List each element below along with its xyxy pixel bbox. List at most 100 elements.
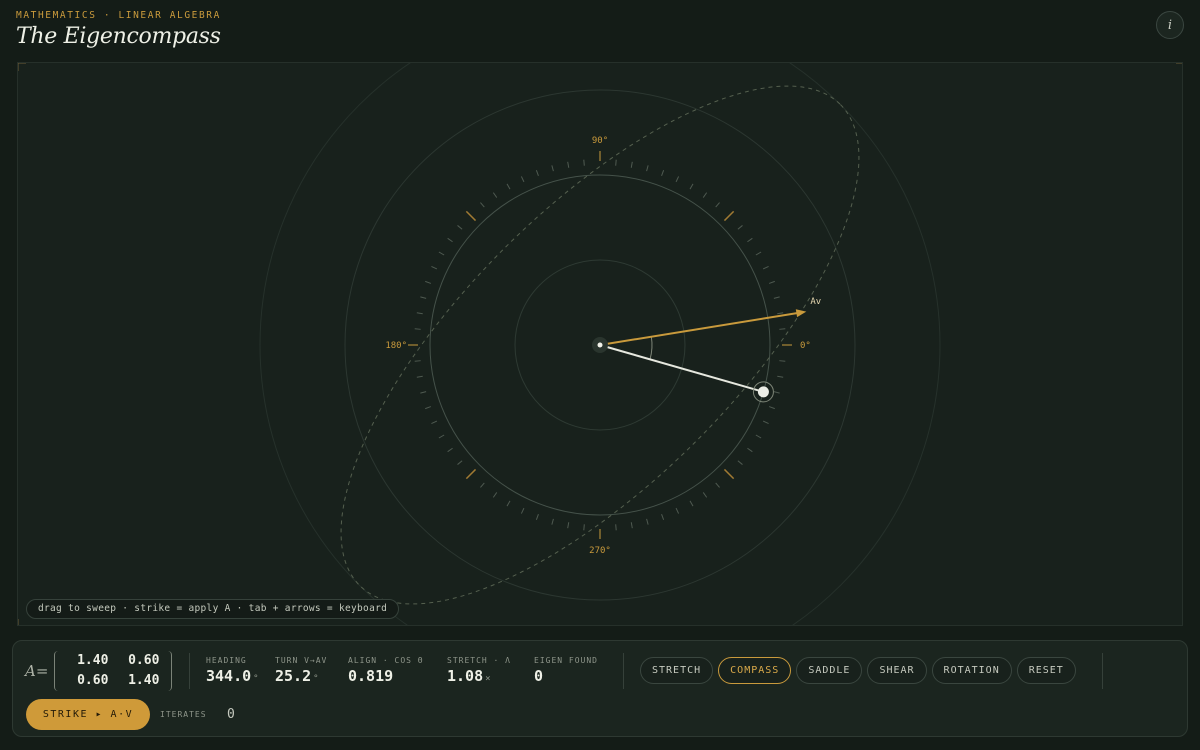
label-270: 270° — [589, 546, 611, 556]
stat-heading-value: 344.0 ° — [206, 667, 259, 685]
mode-buttons: STRETCH COMPASS SADDLE SHEAR ROTATION RE… — [640, 657, 1076, 684]
compass-tick-minor — [416, 375, 423, 378]
stat-turn: TURN V→AV 25.2 ° — [275, 656, 327, 685]
compass-tick-minor — [567, 522, 570, 529]
compass-tick-minor — [416, 312, 423, 315]
mode-button-stretch[interactable]: STRETCH — [640, 657, 714, 684]
compass-tick-minor — [715, 482, 720, 488]
label-180: 180° — [385, 341, 407, 351]
compass-tick-minor — [747, 237, 753, 243]
compass-stage[interactable]: 90° 270° 180° 0° Av drag to sweep · stri… — [17, 62, 1183, 626]
compass-tick-minor — [747, 447, 753, 453]
compass-tick-minor — [715, 202, 720, 208]
compass-tick-major — [465, 210, 477, 222]
compass-tick-minor — [420, 296, 427, 299]
matrix-a11: 1.40 — [77, 653, 109, 668]
matrix-display: A= 1.40 0.60 0.60 1.40 — [25, 650, 173, 692]
stat-align: ALIGN · COS θ 0.819 — [348, 656, 424, 685]
compass-tick-minor — [492, 192, 498, 198]
compass-tick-minor — [583, 159, 585, 166]
divider — [1102, 653, 1103, 689]
av-arrowhead — [795, 309, 807, 318]
label-90: 90° — [592, 136, 608, 146]
compass-tick-minor — [457, 225, 463, 230]
stat-eigen: EIGEN FOUND 0 — [534, 656, 598, 685]
compass-tick-minor — [520, 176, 525, 183]
strike-button[interactable]: STRIKE ▸ A·V — [26, 699, 150, 730]
compass-tick-minor — [535, 170, 539, 177]
compass-tick-minor — [675, 507, 680, 514]
compass-tick-minor — [438, 434, 445, 439]
compass-tick-minor — [438, 251, 445, 256]
matrix-a21: 0.60 — [77, 673, 109, 688]
compass-tick-minor — [520, 507, 525, 514]
compass-tick-minor — [480, 202, 485, 208]
matrix-body: 1.40 0.60 0.60 1.40 — [54, 651, 173, 691]
mode-button-saddle[interactable]: SADDLE — [796, 657, 863, 684]
compass-tick-minor — [615, 524, 617, 531]
keyboard-hint: drag to sweep · strike = apply A · tab +… — [26, 599, 400, 619]
compass-tick-minor — [702, 492, 708, 498]
compass-tick-minor — [689, 500, 694, 507]
matrix-a22: 1.40 — [128, 673, 160, 688]
compass-tick-minor — [551, 518, 554, 525]
stat-stretch: STRETCH · Λ 1.08 × — [447, 656, 511, 685]
compass-tick-minor — [506, 183, 511, 190]
origin-dot — [597, 342, 603, 348]
stat-turn-value: 25.2 ° — [275, 667, 319, 685]
v-handle[interactable] — [757, 386, 769, 398]
header: MATHEMATICS · LINEAR ALGEBRA The Eigenco… — [16, 10, 221, 49]
compass-tick-minor — [661, 170, 665, 177]
compass-tick-minor — [535, 513, 539, 520]
compass-tick-minor — [425, 406, 432, 410]
compass-tick-minor — [567, 161, 570, 168]
compass-tick-minor — [773, 296, 780, 299]
stat-stretch-value: 1.08 × — [447, 667, 491, 685]
compass-tick-minor — [773, 391, 780, 394]
compass-tick-major — [723, 210, 735, 222]
compass-tick-minor — [551, 165, 554, 172]
compass-tick-minor — [675, 176, 680, 183]
reset-button[interactable]: RESET — [1016, 657, 1076, 684]
mode-button-compass[interactable]: COMPASS — [718, 657, 792, 684]
compass-tick-minor — [762, 265, 769, 270]
compass-tick-minor — [615, 159, 617, 166]
compass-tick-minor — [447, 447, 453, 453]
compass-tick-minor — [630, 161, 633, 168]
compass-tick-minor — [779, 328, 786, 330]
compass-tick-minor — [702, 192, 708, 198]
compass-tick-minor — [737, 460, 743, 465]
iterates-label: ITERATES — [160, 710, 207, 719]
page-title: The Eigencompass — [16, 24, 221, 49]
compass-tick-minor — [762, 420, 769, 425]
compass-tick-minor — [755, 434, 762, 439]
compass-tick-minor — [431, 265, 438, 270]
compass-tick-minor — [492, 492, 498, 498]
compass-tick-minor — [431, 420, 438, 425]
compass-tick-minor — [480, 482, 485, 488]
stat-heading-label: HEADING — [206, 656, 247, 665]
compass-tick-minor — [457, 460, 463, 465]
stat-align-label: ALIGN · COS θ — [348, 656, 424, 665]
mode-button-shear[interactable]: SHEAR — [867, 657, 927, 684]
angle-arc — [649, 336, 653, 360]
matrix-a12: 0.60 — [128, 653, 160, 668]
compass-tick-minor — [661, 513, 665, 520]
compass-tick-minor — [583, 524, 585, 531]
stat-turn-label: TURN V→AV — [275, 656, 328, 665]
stat-stretch-label: STRETCH · Λ — [447, 656, 511, 665]
compass-tick-minor — [777, 312, 784, 315]
compass-canvas[interactable]: 90° 270° 180° 0° Av — [18, 63, 1183, 626]
mode-button-rotation[interactable]: ROTATION — [931, 657, 1012, 684]
compass-tick-minor — [630, 522, 633, 529]
compass-tick-major — [465, 468, 477, 480]
av-vector — [599, 311, 803, 346]
compass-tick-minor — [755, 251, 762, 256]
av-label: Av — [810, 297, 821, 307]
compass-tick-minor — [425, 280, 432, 284]
info-icon[interactable]: i — [1156, 11, 1184, 39]
compass-tick-minor — [646, 518, 649, 525]
compass-tick-minor — [447, 237, 453, 243]
stat-eigen-value: 0 — [534, 667, 544, 685]
compass-tick-minor — [646, 165, 649, 172]
